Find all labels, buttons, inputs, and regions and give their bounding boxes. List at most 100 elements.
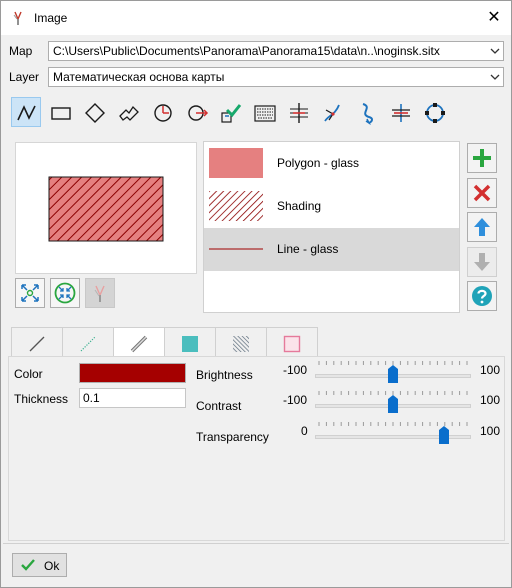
move-down-button[interactable] <box>467 247 497 277</box>
layer-select-value: Математическая основа карты <box>53 70 225 84</box>
list-item[interactable]: Line - glass <box>204 228 459 271</box>
s-curve-arrow-icon <box>362 103 373 125</box>
style-item-label: Polygon - glass <box>277 156 360 170</box>
tab-hatch[interactable] <box>215 327 267 357</box>
slider-thumb[interactable] <box>388 395 398 413</box>
keyboard-button[interactable] <box>249 97 279 127</box>
window-title: Image <box>34 11 68 25</box>
tab-outline[interactable] <box>266 327 318 357</box>
line-tool-icon <box>17 105 36 121</box>
title-bar: Image ✕ <box>1 1 511 35</box>
delete-icon <box>473 184 491 202</box>
chevron-down-icon <box>490 74 500 80</box>
polygon-glass-swatch <box>209 148 263 178</box>
circle-arrow-tool-button[interactable] <box>181 97 211 127</box>
dotted-line-icon <box>80 336 96 352</box>
compress-icon <box>54 282 76 304</box>
move-down-icon <box>474 253 490 271</box>
vertical-line-marker-button[interactable] <box>283 97 313 127</box>
shrink-view-button[interactable] <box>50 278 80 308</box>
contrast-min: -100 <box>283 393 308 407</box>
ok-button-label: Ok <box>44 559 60 573</box>
tab-fill[interactable] <box>164 327 216 357</box>
map-select[interactable]: C:\Users\Public\Documents\Panorama\Panor… <box>48 41 504 61</box>
arrow-polygon-tool-button[interactable] <box>113 97 143 127</box>
app-icon <box>13 11 22 25</box>
slider-thumb[interactable] <box>439 426 450 444</box>
s-curve-arrow-button[interactable] <box>351 97 381 127</box>
add-button[interactable] <box>467 143 497 173</box>
layer-select[interactable]: Математическая основа карты <box>48 67 504 87</box>
fit-view-button[interactable] <box>15 278 45 308</box>
add-icon <box>473 149 491 167</box>
style-list: Polygon - glass Shading Line - glass <box>203 141 460 313</box>
line-glass-swatch <box>209 248 263 250</box>
contrast-max: 100 <box>480 393 501 407</box>
expand-icon <box>21 284 39 302</box>
transparency-slider[interactable] <box>315 420 471 444</box>
circle-arrow-tool-icon <box>188 105 209 121</box>
curve-arrows-button[interactable] <box>317 97 347 127</box>
contrast-label: Contrast <box>196 399 242 413</box>
transparency-label: Transparency <box>196 430 269 444</box>
rectangle-tool-button[interactable] <box>45 97 75 127</box>
contrast-slider[interactable] <box>315 389 471 413</box>
brightness-max: 100 <box>480 363 501 377</box>
vertical-line-marker-icon <box>290 103 308 123</box>
curve-arrows-icon <box>324 104 340 122</box>
solid-line-icon <box>29 336 45 352</box>
brightness-min: -100 <box>283 363 308 377</box>
thickness-input[interactable]: 0.1 <box>79 388 186 408</box>
brush-icon <box>94 285 105 302</box>
image-dialog: Image ✕ Map C:\Users\Public\Documents\Pa… <box>0 0 512 588</box>
map-select-value: C:\Users\Public\Documents\Panorama\Panor… <box>53 44 440 58</box>
map-label: Map <box>9 44 33 58</box>
close-icon[interactable]: ✕ <box>485 9 503 27</box>
tab-dotted-line[interactable] <box>62 327 114 357</box>
help-icon <box>472 286 492 306</box>
list-item[interactable]: Polygon - glass <box>204 142 459 185</box>
style-item-label: Line - glass <box>277 242 339 256</box>
footer-divider <box>3 543 509 544</box>
horizontal-split-marker-icon <box>392 104 410 122</box>
checkmark-icon <box>21 559 35 571</box>
diamond-tool-icon <box>85 103 105 123</box>
list-item[interactable]: Shading <box>204 185 459 228</box>
style-preview <box>15 142 197 274</box>
style-item-label: Shading <box>277 199 322 213</box>
transparency-max: 100 <box>480 424 501 438</box>
help-button[interactable] <box>467 281 497 311</box>
color-label: Color <box>14 367 43 381</box>
circle-arc-tool-icon <box>154 104 172 122</box>
circle-arc-tool-button[interactable] <box>147 97 177 127</box>
arrow-polygon-tool-icon <box>119 105 139 121</box>
tab-glass-line[interactable] <box>113 327 165 358</box>
transparency-min: 0 <box>301 424 308 438</box>
move-object-button[interactable] <box>215 97 245 127</box>
ok-button[interactable]: Ok <box>12 553 67 577</box>
move-object-icon <box>221 104 242 123</box>
line-properties-panel <box>8 356 505 541</box>
circle-nodes-button[interactable] <box>419 97 449 127</box>
layer-label: Layer <box>9 70 40 84</box>
keyboard-icon <box>254 105 276 122</box>
color-picker[interactable] <box>79 363 186 383</box>
move-up-button[interactable] <box>467 212 497 242</box>
brightness-slider[interactable] <box>315 359 471 383</box>
delete-button[interactable] <box>467 178 497 208</box>
preview-hatched-rectangle <box>48 176 164 242</box>
move-up-icon <box>474 218 490 236</box>
brightness-label: Brightness <box>196 368 253 382</box>
slider-thumb[interactable] <box>388 365 398 383</box>
fill-icon <box>182 336 198 352</box>
style-tool-button[interactable] <box>85 278 115 308</box>
diamond-tool-button[interactable] <box>79 97 109 127</box>
circle-nodes-icon <box>425 103 445 123</box>
line-tool-button[interactable] <box>11 97 41 127</box>
tab-solid-line[interactable] <box>11 327 63 357</box>
outline-icon <box>283 335 301 353</box>
hatch-icon <box>233 336 249 352</box>
glass-line-icon <box>130 335 148 353</box>
shading-swatch <box>209 191 263 221</box>
horizontal-split-marker-button[interactable] <box>385 97 415 127</box>
